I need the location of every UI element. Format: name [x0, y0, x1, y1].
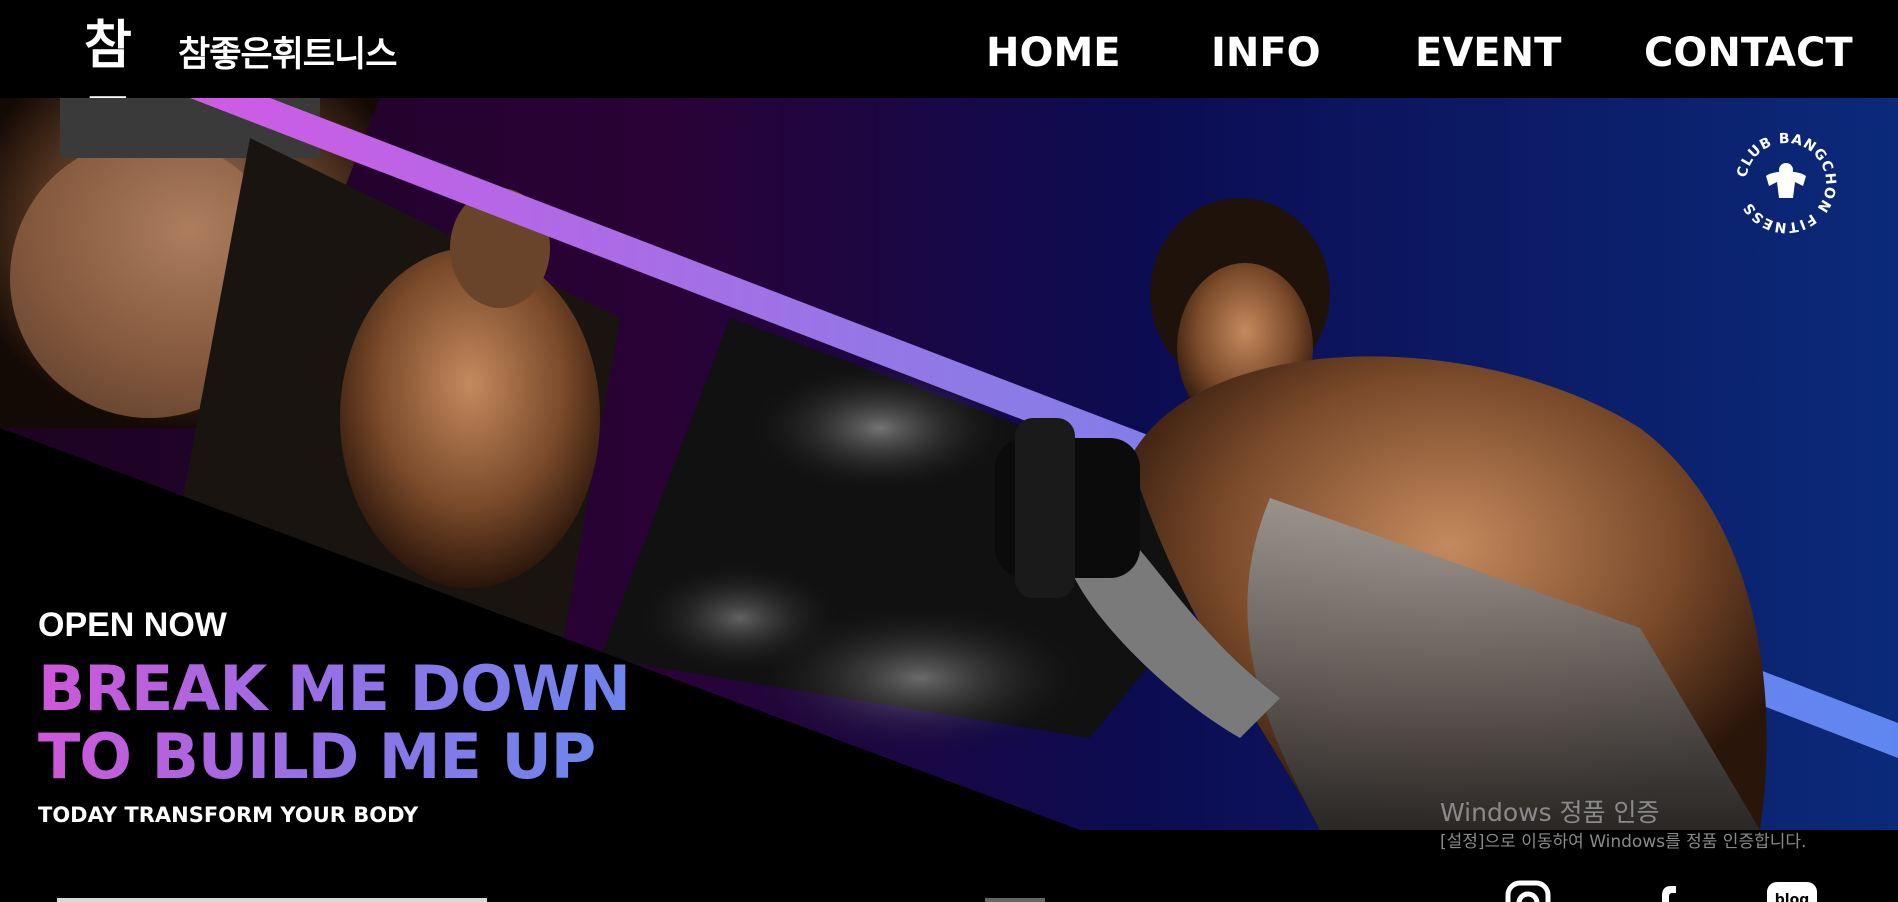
hero-subline: TODAY TRANSFORM YOUR BODY	[38, 803, 419, 827]
brand-logo-text[interactable]: 참좋은휘트니스	[178, 26, 397, 77]
open-now-label: OPEN NOW	[38, 606, 227, 644]
windows-activation-subtitle: [설정]으로 이동하여 Windows를 정품 인증합니다.	[1440, 832, 1807, 852]
site-header: 참좋 참좋은휘트니스 HOME INFO EVENT CONTACT	[0, 0, 1898, 152]
headline-line-1: BREAK ME DOWN	[38, 652, 631, 725]
blog-label: blog	[1775, 892, 1809, 902]
bodybuilder-icon	[1766, 163, 1806, 198]
horizontal-scrollbar[interactable]	[57, 898, 487, 902]
windows-activation-title: Windows 정품 인증	[1440, 798, 1660, 827]
brand-logo-mark[interactable]: 참좋	[84, 8, 150, 152]
nav-event[interactable]: EVENT	[1415, 30, 1561, 76]
facebook-icon[interactable]	[1645, 880, 1691, 902]
nav-info[interactable]: INFO	[1211, 30, 1321, 76]
instagram-icon[interactable]	[1505, 880, 1551, 902]
scroll-indicator[interactable]	[985, 898, 1045, 902]
headline-line-2: TO BUILD ME UP	[38, 720, 596, 793]
nav-home[interactable]: HOME	[986, 30, 1121, 76]
nav-contact[interactable]: CONTACT	[1644, 30, 1853, 76]
blog-icon[interactable]: blog	[1766, 880, 1818, 902]
club-badge-logo[interactable]: CLUB BANGCHON FITNESS	[1733, 130, 1839, 236]
